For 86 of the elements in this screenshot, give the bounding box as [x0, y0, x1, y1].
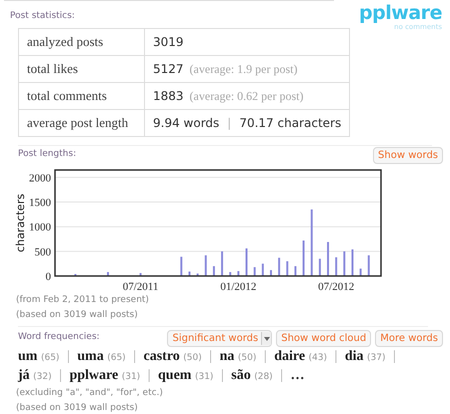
word-count: (31)	[122, 372, 140, 382]
word-count: (31)	[194, 372, 214, 382]
word-count: (32)	[33, 372, 52, 382]
stat-note: (average: 1.9 per post)	[190, 62, 298, 76]
section-title: Post statistics:	[10, 11, 75, 21]
separator: |	[264, 348, 267, 364]
x-tick-label: 01/2012	[220, 280, 256, 292]
word: quem	[158, 368, 192, 382]
section-title: Post lengths:	[18, 148, 76, 162]
separator: |	[148, 368, 151, 382]
stat-value: 9.94 words	[153, 116, 220, 130]
word-count: (37)	[367, 352, 386, 362]
word-button[interactable]: Show word cloud	[276, 330, 372, 346]
note: (based on 3019 wall posts)	[16, 310, 138, 320]
word: daire	[274, 348, 306, 364]
y-tick-label: 1500	[29, 196, 51, 209]
bar	[310, 208, 313, 276]
bar	[278, 257, 280, 276]
section-title: Word frequencies:	[18, 331, 101, 344]
bar	[270, 270, 272, 276]
separator: |	[393, 348, 396, 364]
word-count: (43)	[308, 352, 328, 362]
caret-icon	[261, 332, 272, 344]
word: uma	[77, 348, 104, 364]
separator: |	[59, 368, 62, 382]
bar	[351, 248, 354, 276]
y-tick-label: 500	[34, 246, 51, 258]
word-count: (65)	[107, 352, 126, 362]
stat-label: analyzed posts	[27, 34, 104, 49]
bar	[286, 260, 288, 276]
separator: |	[66, 348, 70, 364]
separator: |	[227, 116, 232, 130]
separator: |	[280, 368, 284, 382]
note: (based on 3019 wall posts)	[16, 402, 138, 412]
word-button[interactable]: More words	[375, 330, 443, 346]
bar	[360, 268, 362, 276]
note: (from Feb 2, 2011 to present)	[16, 294, 149, 304]
bar	[368, 254, 370, 276]
word-count: (65)	[40, 352, 60, 362]
show-words-button[interactable]: Show words	[373, 146, 443, 164]
separator: |	[220, 368, 224, 382]
word-count: (28)	[254, 372, 273, 382]
separator: |	[133, 348, 136, 364]
stat-value: 5127	[153, 62, 184, 76]
bar	[237, 270, 240, 276]
y-tick-label: 2000	[29, 172, 51, 184]
bar	[302, 240, 305, 276]
separator: |	[209, 348, 212, 364]
note: (excluding "a", "and", "for", etc.)	[16, 388, 163, 398]
word-count: (50)	[238, 352, 256, 362]
stat-value: 3019	[153, 34, 184, 48]
word: na	[220, 348, 234, 364]
word: já	[18, 368, 30, 382]
bar	[327, 241, 330, 276]
x-tick-label: 07/2012	[318, 280, 354, 292]
bar	[188, 271, 190, 276]
word: são	[231, 368, 251, 382]
word-count: (50)	[183, 352, 202, 362]
word: castro	[144, 348, 180, 364]
separator: |	[334, 348, 338, 364]
y-tick-label: 0	[46, 270, 51, 282]
x-tick-label: 07/2011	[122, 280, 158, 292]
y-axis-label: characters	[14, 193, 27, 252]
bar	[318, 258, 321, 276]
stat-value: 70.17 characters	[239, 116, 342, 130]
stat-note: (average: 0.62 per post)	[190, 88, 304, 102]
stat-label: total likes	[27, 60, 78, 76]
stat-label: average post length	[27, 114, 128, 130]
bar	[180, 256, 182, 276]
stat-value: 1883	[153, 88, 184, 102]
bar	[204, 254, 207, 276]
bar	[254, 266, 256, 276]
bar	[335, 256, 338, 276]
bar	[246, 248, 248, 276]
bar	[221, 250, 224, 276]
stat-label: total comments	[27, 88, 107, 103]
bar	[262, 263, 264, 276]
words-dropdown[interactable]: Significant words	[167, 330, 272, 346]
word: pplware	[69, 368, 118, 382]
word: um	[18, 348, 38, 364]
bar	[212, 266, 215, 276]
bar	[294, 266, 296, 276]
word: dia	[344, 348, 364, 364]
y-tick-label: 1000	[29, 221, 51, 234]
ellipsis: …	[290, 368, 305, 382]
bar	[343, 250, 346, 276]
